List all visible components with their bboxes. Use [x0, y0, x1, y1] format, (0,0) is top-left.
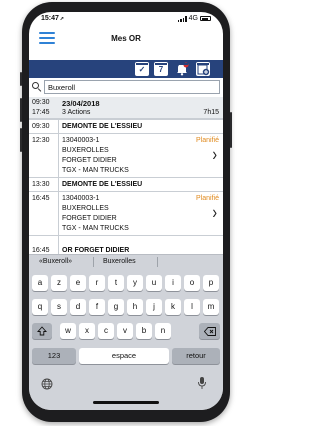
item-customer: FORGET DIDIER	[62, 215, 117, 222]
key-j[interactable]: j	[146, 299, 162, 315]
item-location: BUXEROLLES	[62, 205, 109, 212]
battery-icon	[200, 16, 211, 21]
network-type: 4G	[188, 15, 198, 22]
add-document-icon[interactable]	[196, 62, 210, 76]
key-o[interactable]: o	[184, 275, 200, 291]
key-u[interactable]: u	[146, 275, 162, 291]
item-time: 16:45	[32, 195, 50, 202]
delete-key[interactable]	[199, 323, 220, 339]
key-g[interactable]: g	[108, 299, 124, 315]
day-actions-count: 3 Actions	[62, 109, 91, 116]
item-customer: FORGET DIDIER	[62, 157, 117, 164]
calendar-7-icon[interactable]: 7	[154, 62, 168, 76]
page-title: Mes OR	[111, 34, 141, 43]
key-k[interactable]: k	[165, 299, 181, 315]
list-item[interactable]: 12:30 13040003-1 BUXEROLLES FORGET DIDIE…	[29, 133, 223, 177]
key-b[interactable]: b	[136, 323, 152, 339]
key-i[interactable]: i	[165, 275, 181, 291]
list-item[interactable]: 09:30 DEMONTE DE L'ESSIEU	[29, 119, 223, 133]
power-button	[230, 112, 232, 148]
search-bar	[29, 80, 223, 94]
search-input[interactable]	[44, 80, 220, 94]
key-t[interactable]: t	[108, 275, 124, 291]
chevron-right-icon[interactable]: ›	[212, 144, 217, 165]
key-x[interactable]: x	[79, 323, 95, 339]
item-reference: 13040003-1	[62, 137, 100, 144]
day-header[interactable]: 09:30 17:45 23/04/2018 3 Actions 7h15	[29, 97, 223, 119]
notification-alert-icon[interactable]	[175, 62, 189, 76]
key-h[interactable]: h	[127, 299, 143, 315]
key-v[interactable]: v	[117, 323, 133, 339]
item-reference: 13040003-1	[62, 195, 100, 202]
item-title: DEMONTE DE L'ESSIEU	[62, 123, 143, 130]
toolbar: ✓ 7	[29, 60, 223, 78]
item-time: 12:30	[32, 137, 50, 144]
mute-switch	[20, 72, 22, 86]
list-item[interactable]: 16:45 13040003-1 BUXEROLLES FORGET DIDIE…	[29, 191, 223, 235]
suggestion-divider	[93, 257, 94, 267]
item-time: 09:30	[32, 123, 50, 130]
day-duration: 7h15	[203, 109, 219, 116]
numbers-key[interactable]: 123	[32, 348, 76, 364]
nav-bar: Mes OR	[29, 28, 223, 50]
key-q[interactable]: q	[32, 299, 48, 315]
globe-icon[interactable]	[41, 377, 53, 395]
app-screen: 15:47➚ 4G Mes OR ✓ 7 Buxeroll 09:30 17:4…	[29, 12, 223, 410]
home-indicator[interactable]	[93, 401, 159, 404]
key-r[interactable]: r	[89, 275, 105, 291]
day-end-time: 17:45	[32, 109, 50, 116]
backspace-icon	[203, 326, 216, 336]
item-time: 16:45	[32, 247, 50, 254]
suggestion-divider	[157, 257, 158, 267]
item-location: BUXEROLLES	[62, 147, 109, 154]
day-date: 23/04/2018	[62, 99, 100, 108]
status-bar: 15:47➚ 4G	[29, 12, 223, 26]
status-indicators: 4G	[177, 15, 211, 22]
suggestion-item[interactable]: Buxerolles	[103, 258, 136, 265]
key-y[interactable]: y	[127, 275, 143, 291]
shift-icon	[36, 326, 48, 336]
work-order-list[interactable]: 09:30 17:45 23/04/2018 3 Actions 7h15 09…	[29, 97, 223, 254]
search-icon	[32, 82, 42, 92]
list-item[interactable]: 13:30 DEMONTE DE L'ESSIEU	[29, 177, 223, 191]
item-title: DEMONTE DE L'ESSIEU	[62, 181, 143, 188]
item-vehicle: TGX - MAN TRUCKS	[62, 225, 129, 232]
item-time: 13:30	[32, 181, 50, 188]
on-screen-keyboard: a z e r t y u i o p q s d f g h j k l m …	[29, 269, 223, 410]
volume-down-button	[20, 128, 22, 152]
return-key[interactable]: retour	[172, 348, 220, 364]
key-d[interactable]: d	[70, 299, 86, 315]
shift-key[interactable]	[32, 323, 52, 339]
day-start-time: 09:30	[32, 99, 50, 106]
phone-frame: 15:47➚ 4G Mes OR ✓ 7 Buxeroll 09:30 17:4…	[20, 2, 232, 422]
key-n[interactable]: n	[155, 323, 171, 339]
space-key[interactable]: espace	[79, 348, 169, 364]
volume-up-button	[20, 98, 22, 122]
key-s[interactable]: s	[51, 299, 67, 315]
key-p[interactable]: p	[203, 275, 219, 291]
key-a[interactable]: a	[32, 275, 48, 291]
microphone-icon[interactable]	[197, 376, 207, 395]
key-f[interactable]: f	[89, 299, 105, 315]
key-z[interactable]: z	[51, 275, 67, 291]
status-time: 15:47➚	[41, 15, 65, 22]
signal-icon	[177, 15, 187, 22]
key-m[interactable]: m	[203, 299, 219, 315]
key-w[interactable]: w	[60, 323, 76, 339]
calendar-check-icon[interactable]: ✓	[135, 62, 149, 76]
item-title: OR FORGET DIDIER	[62, 247, 130, 254]
item-vehicle: TGX - MAN TRUCKS	[62, 167, 129, 174]
key-l[interactable]: l	[184, 299, 200, 315]
list-item[interactable]: 16:45 OR FORGET DIDIER	[29, 235, 223, 254]
key-e[interactable]: e	[70, 275, 86, 291]
suggestion-item[interactable]: «Buxeroll»	[39, 258, 72, 265]
key-c[interactable]: c	[98, 323, 114, 339]
chevron-right-icon[interactable]: ›	[212, 202, 217, 223]
keyboard-suggestions: «Buxeroll» Buxerolles	[29, 254, 223, 269]
